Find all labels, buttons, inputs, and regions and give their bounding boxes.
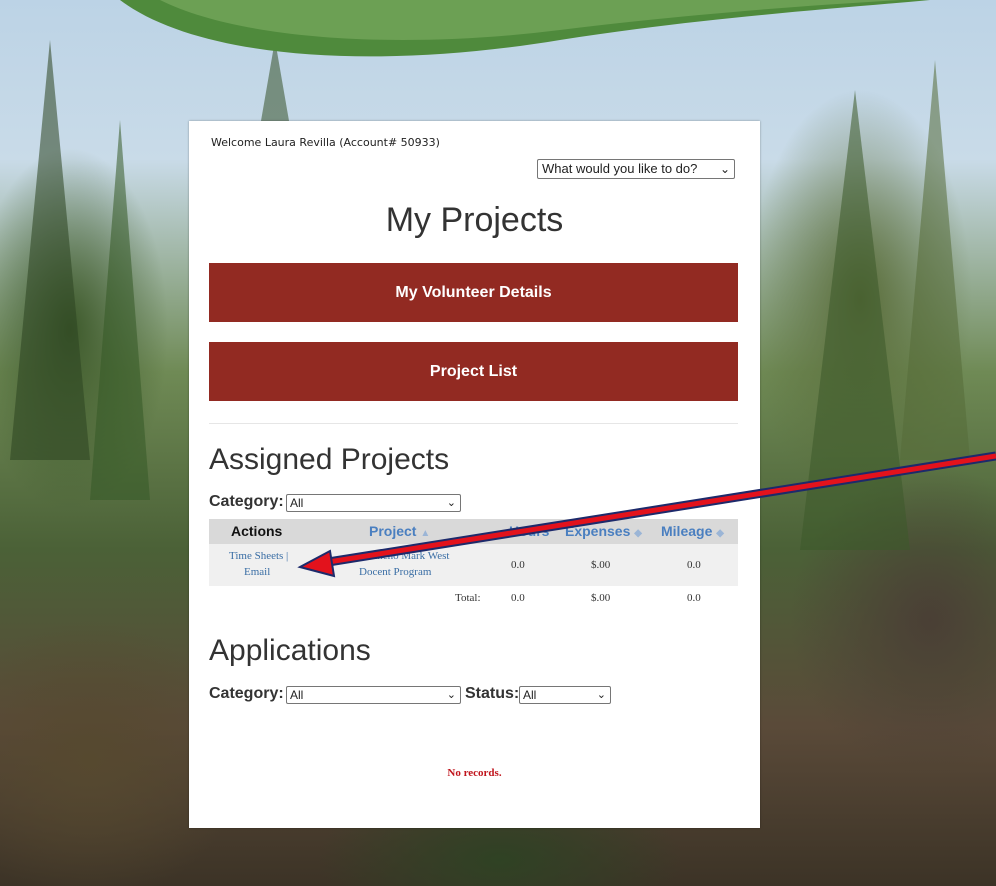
content-panel: Welcome Laura Revilla (Account# 50933) W… bbox=[189, 121, 760, 828]
assigned-projects-table: Actions Project ▲ Hours Expenses ◆ Milea… bbox=[209, 519, 738, 604]
welcome-text: Welcome Laura Revilla (Account# 50933) bbox=[211, 136, 440, 149]
header-wave bbox=[120, 0, 930, 57]
row-expenses: $.00 bbox=[591, 559, 611, 571]
applications-status-label: Status: bbox=[465, 685, 520, 702]
table-header: Actions Project ▲ Hours Expenses ◆ Milea… bbox=[209, 519, 738, 544]
applications-category-label: Category: bbox=[209, 685, 284, 702]
column-project[interactable]: Project ▲ bbox=[369, 523, 430, 539]
action-menu-select[interactable]: What would you like to do? ⌄ bbox=[537, 159, 735, 179]
background-tree bbox=[10, 40, 90, 460]
timesheets-link[interactable]: Time Sheets | bbox=[229, 550, 288, 562]
total-mileage: 0.0 bbox=[687, 592, 701, 604]
project-list-button[interactable]: Project List bbox=[209, 342, 738, 401]
assigned-category-select[interactable]: All ⌄ bbox=[286, 494, 461, 512]
action-menu-value: What would you like to do? bbox=[542, 161, 698, 176]
sort-asc-icon: ▲ bbox=[420, 528, 431, 539]
project-name-line2[interactable]: Docent Program bbox=[359, 566, 431, 578]
email-link[interactable]: Email bbox=[244, 566, 270, 578]
column-expenses-label: Expenses bbox=[565, 523, 631, 539]
assigned-category-value: All bbox=[290, 496, 304, 510]
total-hours: 0.0 bbox=[511, 592, 525, 604]
applications-status-value: All bbox=[523, 688, 537, 702]
divider bbox=[209, 423, 738, 424]
background-tree bbox=[900, 60, 970, 460]
no-records-message: No records. bbox=[447, 767, 502, 779]
chevron-down-icon: ⌄ bbox=[446, 497, 456, 509]
chevron-down-icon: ⌄ bbox=[596, 689, 606, 701]
table-row: Time Sheets | Email Rancho Mark West Doc… bbox=[209, 544, 738, 586]
applications-category-value: All bbox=[290, 688, 304, 702]
background-tree bbox=[800, 90, 910, 550]
assigned-category-label: Category: bbox=[209, 493, 284, 510]
column-mileage-label: Mileage bbox=[661, 523, 713, 539]
total-label: Total: bbox=[455, 592, 481, 604]
assigned-projects-title: Assigned Projects bbox=[209, 443, 450, 476]
applications-title: Applications bbox=[209, 634, 371, 667]
volunteer-details-button[interactable]: My Volunteer Details bbox=[209, 263, 738, 322]
applications-category-select[interactable]: All ⌄ bbox=[286, 686, 461, 704]
column-expenses[interactable]: Expenses ◆ bbox=[565, 523, 642, 539]
sort-icon: ◆ bbox=[634, 528, 642, 539]
table-total-row: Total: 0.0 $.00 0.0 bbox=[209, 589, 738, 609]
project-name-line1[interactable]: Rancho Mark West bbox=[365, 550, 449, 562]
row-mileage: 0.0 bbox=[687, 559, 701, 571]
column-actions: Actions bbox=[231, 523, 283, 539]
chevron-down-icon: ⌄ bbox=[446, 689, 456, 701]
column-project-label: Project bbox=[369, 523, 417, 539]
applications-status-select[interactable]: All ⌄ bbox=[519, 686, 611, 704]
page-title: My Projects bbox=[385, 201, 564, 239]
sort-icon: ◆ bbox=[716, 528, 724, 539]
background-tree bbox=[90, 120, 150, 500]
total-expenses: $.00 bbox=[591, 592, 611, 604]
row-hours: 0.0 bbox=[511, 559, 525, 571]
column-hours[interactable]: Hours bbox=[509, 523, 549, 539]
chevron-down-icon: ⌄ bbox=[719, 162, 730, 176]
column-mileage[interactable]: Mileage ◆ bbox=[661, 523, 724, 539]
